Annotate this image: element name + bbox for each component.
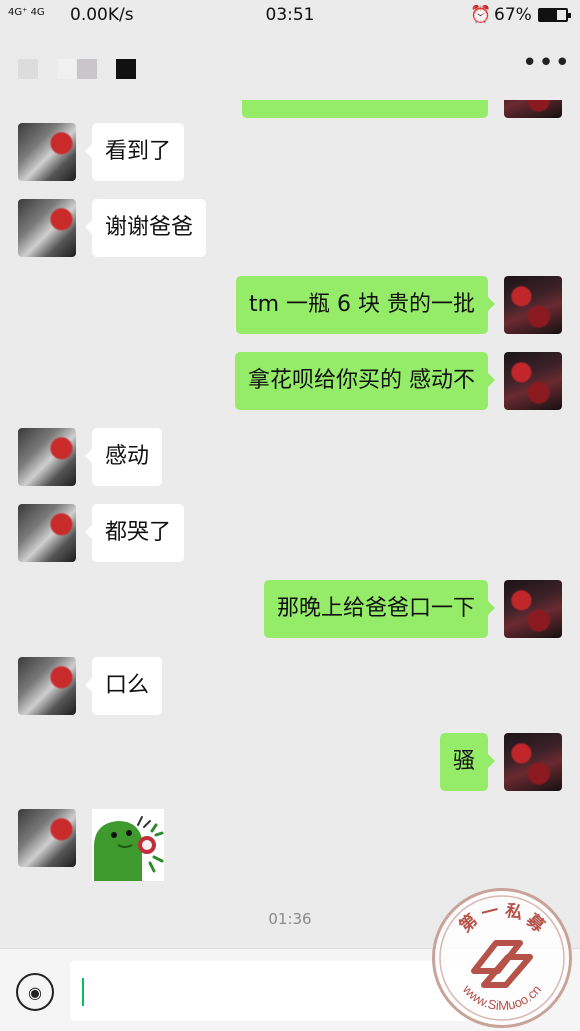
censored-name-block [116,59,136,79]
chat-header: ••• [0,34,580,100]
avatar-me[interactable] [504,276,562,334]
message-bubble-me[interactable]: tm 一瓶 6 块 贵的一批 [235,276,496,334]
avatar-me[interactable] [504,100,562,118]
message-bubble-them[interactable]: 谢谢爸爸 [84,199,207,257]
message-bubble-them[interactable]: 看到了 [84,123,185,181]
clock: 03:51 [265,5,315,25]
message-bubble-me[interactable] [242,100,488,118]
avatar-them[interactable] [18,199,76,257]
seal-logo-icon: 第 一 私 募 www.SiMuoo.cn [439,895,565,1021]
message-bubble-them[interactable]: 感动 [84,428,163,486]
avatar-me[interactable] [504,580,562,638]
status-bar: 4G⁺ 4G 0.00K/s 03:51 ⏰ 67% [0,0,580,34]
censored-name-block [58,59,76,79]
avatar-them[interactable] [18,123,76,181]
green-dinosaur-sticker[interactable] [92,809,164,881]
censored-name-block [77,59,97,79]
avatar-them[interactable] [18,504,76,562]
avatar-them[interactable] [18,657,76,715]
message-bubble-me[interactable]: 那晚上给爸爸口一下 [263,580,496,638]
message-input[interactable] [70,961,470,1021]
message-bubble-them[interactable]: 都哭了 [84,504,185,562]
chat-message-list[interactable]: 看到了 谢谢爸爸 tm 一瓶 6 块 贵的一批 拿花呗给你买的 感动不 感动 都… [0,100,580,948]
avatar-them[interactable] [18,809,76,867]
watermark-seal: 第 一 私 募 www.SiMuoo.cn [432,888,572,1028]
message-bubble-me[interactable]: 拿花呗给你买的 感动不 [235,352,495,410]
more-dots-icon[interactable]: ••• [522,50,570,82]
avatar-them[interactable] [18,428,76,486]
voice-icon[interactable]: ◉ [16,973,54,1011]
message-bubble-them[interactable]: 口么 [84,657,163,715]
battery-icon [538,8,571,22]
battery-percent: 67% [494,5,532,25]
green-dinosaur-icon [92,809,164,881]
avatar-me[interactable] [504,352,562,410]
message-bubble-me[interactable]: 骚 [439,733,496,791]
avatar-me[interactable] [504,733,562,791]
text-cursor [82,978,84,1006]
censored-name-block [18,59,38,79]
alarm-clock-icon: ⏰ [470,5,492,25]
